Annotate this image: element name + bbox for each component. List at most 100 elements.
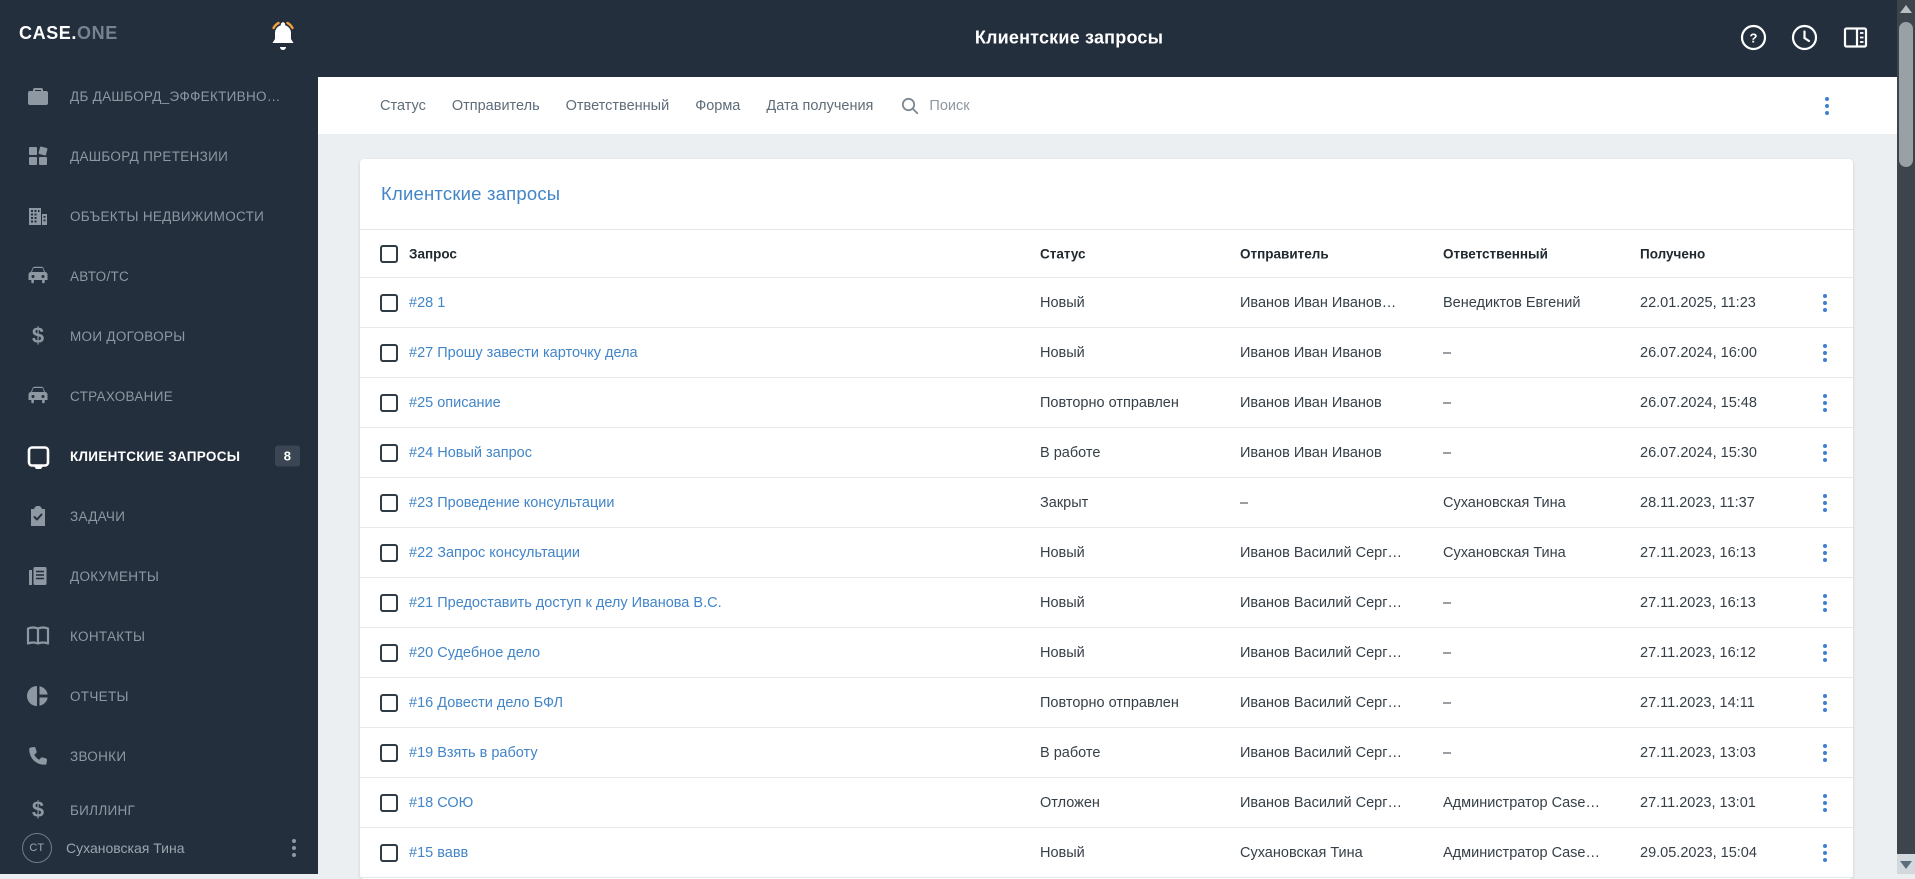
received-cell: 27.11.2023, 16:12 bbox=[1640, 644, 1756, 661]
row-checkbox[interactable] bbox=[380, 343, 398, 362]
search-input[interactable] bbox=[929, 97, 1060, 114]
filter-received-date[interactable]: Дата получения bbox=[766, 98, 873, 114]
table-row: #18 СОЮ Отложен Иванов Василий Серг… Адм… bbox=[360, 778, 1853, 828]
request-link[interactable]: #23 Проведение консультации bbox=[409, 495, 614, 511]
search-box[interactable] bbox=[901, 97, 1060, 115]
row-actions-menu-icon[interactable] bbox=[1819, 290, 1831, 316]
layout-panel-icon[interactable] bbox=[1842, 24, 1869, 51]
sidebar-nav: ДБ ДАШБОРД_ЭФФЕКТИВНО… ДАШБОРД ПРЕТЕНЗИИ… bbox=[0, 66, 318, 822]
row-actions-menu-icon[interactable] bbox=[1819, 440, 1831, 466]
request-link[interactable]: #15 вавв bbox=[409, 845, 468, 861]
sidebar-item-contacts[interactable]: КОНТАКТЫ bbox=[0, 606, 318, 666]
row-actions-menu-icon[interactable] bbox=[1819, 690, 1831, 716]
column-header-sender[interactable]: Отправитель bbox=[1240, 246, 1329, 261]
request-link[interactable]: #27 Прошу завести карточку дела bbox=[409, 345, 638, 361]
filter-form[interactable]: Форма bbox=[695, 98, 740, 114]
responsible-cell: – bbox=[1443, 344, 1452, 361]
sidebar-item-documents[interactable]: ДОКУМЕНТЫ bbox=[0, 546, 318, 606]
scroll-down-arrow-icon[interactable] bbox=[1897, 854, 1915, 874]
sidebar-item-tasks[interactable]: ЗАДАЧИ bbox=[0, 486, 318, 546]
select-all-checkbox[interactable] bbox=[380, 244, 398, 263]
received-cell: 28.11.2023, 11:37 bbox=[1640, 494, 1755, 511]
row-actions-menu-icon[interactable] bbox=[1819, 340, 1831, 366]
filter-status[interactable]: Статус bbox=[380, 98, 426, 114]
sidebar-item-label: БИЛЛИНГ bbox=[70, 802, 136, 818]
user-footer: СТ Сухановская Тина bbox=[0, 822, 318, 874]
request-link[interactable]: #18 СОЮ bbox=[409, 795, 473, 811]
row-checkbox[interactable] bbox=[380, 843, 398, 862]
sidebar-item-real-estate[interactable]: ОБЪЕКТЫ НЕДВИЖИМОСТИ bbox=[0, 186, 318, 246]
row-checkbox[interactable] bbox=[380, 743, 398, 762]
user-avatar[interactable]: СТ bbox=[22, 833, 52, 863]
car-icon bbox=[25, 383, 51, 409]
filter-bar-menu-icon[interactable] bbox=[1821, 93, 1833, 119]
app-logo[interactable]: CASE.ONE bbox=[19, 23, 118, 44]
received-cell: 22.01.2025, 11:23 bbox=[1640, 294, 1756, 311]
row-checkbox[interactable] bbox=[380, 593, 398, 612]
sidebar-item-calls[interactable]: ЗВОНКИ bbox=[0, 726, 318, 786]
column-header-status[interactable]: Статус bbox=[1040, 246, 1086, 261]
scrollbar-thumb[interactable] bbox=[1899, 22, 1913, 167]
request-link[interactable]: #21 Предоставить доступ к делу Иванова В… bbox=[409, 595, 722, 611]
sidebar-item-client-requests[interactable]: КЛИЕНТСКИЕ ЗАПРОСЫ 8 bbox=[0, 426, 318, 486]
status-cell: Повторно отправлен bbox=[1040, 694, 1179, 711]
sender-cell: Иванов Василий Серг… bbox=[1240, 794, 1402, 811]
row-checkbox[interactable] bbox=[380, 543, 398, 562]
row-checkbox[interactable] bbox=[380, 693, 398, 712]
sender-cell: Иванов Василий Серг… bbox=[1240, 594, 1402, 611]
row-actions-menu-icon[interactable] bbox=[1819, 840, 1831, 866]
request-link[interactable]: #19 Взять в работу bbox=[409, 745, 538, 761]
row-checkbox[interactable] bbox=[380, 393, 398, 412]
table-row: #27 Прошу завести карточку дела Новый Ив… bbox=[360, 328, 1853, 378]
request-link[interactable]: #16 Довести дело БФЛ bbox=[409, 695, 563, 711]
filter-sender[interactable]: Отправитель bbox=[452, 98, 540, 114]
row-actions-menu-icon[interactable] bbox=[1819, 740, 1831, 766]
row-actions-menu-icon[interactable] bbox=[1819, 390, 1831, 416]
vertical-scrollbar[interactable] bbox=[1897, 0, 1915, 874]
table-row: #20 Судебное дело Новый Иванов Василий С… bbox=[360, 628, 1853, 678]
sidebar-item-insurance[interactable]: СТРАХОВАНИЕ bbox=[0, 366, 318, 426]
row-checkbox[interactable] bbox=[380, 643, 398, 662]
request-link[interactable]: #28 1 bbox=[409, 295, 445, 311]
request-link[interactable]: #20 Судебное дело bbox=[409, 645, 540, 661]
sidebar-item-label: МОИ ДОГОВОРЫ bbox=[70, 328, 186, 344]
column-header-received[interactable]: Получено bbox=[1640, 246, 1705, 261]
status-cell: Новый bbox=[1040, 294, 1085, 311]
sender-cell: Иванов Иван Иванов bbox=[1240, 394, 1382, 411]
received-cell: 27.11.2023, 13:03 bbox=[1640, 744, 1756, 761]
sidebar-item-my-contracts[interactable]: $ МОИ ДОГОВОРЫ bbox=[0, 306, 318, 366]
row-actions-menu-icon[interactable] bbox=[1819, 540, 1831, 566]
sidebar-item-reports[interactable]: ОТЧЕТЫ bbox=[0, 666, 318, 726]
history-clock-icon[interactable] bbox=[1791, 24, 1818, 51]
bell-icon[interactable] bbox=[268, 20, 298, 54]
request-link[interactable]: #25 описание bbox=[409, 395, 501, 411]
card-title: Клиентские запросы bbox=[381, 183, 561, 204]
filter-responsible[interactable]: Ответственный bbox=[566, 98, 670, 114]
help-icon[interactable]: ? bbox=[1740, 24, 1767, 51]
row-checkbox[interactable] bbox=[380, 443, 398, 462]
user-menu-icon[interactable] bbox=[288, 835, 300, 861]
sidebar-item-dashboard-effectiveness[interactable]: ДБ ДАШБОРД_ЭФФЕКТИВНО… bbox=[0, 66, 318, 126]
responsible-cell: – bbox=[1443, 444, 1452, 461]
row-checkbox[interactable] bbox=[380, 793, 398, 812]
client-requests-count-badge: 8 bbox=[274, 445, 300, 467]
row-checkbox[interactable] bbox=[380, 293, 398, 312]
sidebar-item-billing[interactable]: $ БИЛЛИНГ bbox=[0, 786, 318, 822]
dollar-icon: $ bbox=[31, 323, 45, 348]
column-header-responsible[interactable]: Ответственный bbox=[1443, 246, 1548, 261]
row-actions-menu-icon[interactable] bbox=[1819, 790, 1831, 816]
request-link[interactable]: #24 Новый запрос bbox=[409, 445, 532, 461]
sidebar-item-dashboard-claims[interactable]: ДАШБОРД ПРЕТЕНЗИИ bbox=[0, 126, 318, 186]
dollar-icon: $ bbox=[31, 797, 45, 822]
dashboard-icon bbox=[25, 143, 51, 169]
row-checkbox[interactable] bbox=[380, 493, 398, 512]
request-link[interactable]: #22 Запрос консультации bbox=[409, 545, 580, 561]
row-actions-menu-icon[interactable] bbox=[1819, 640, 1831, 666]
row-actions-menu-icon[interactable] bbox=[1819, 590, 1831, 616]
row-actions-menu-icon[interactable] bbox=[1819, 490, 1831, 516]
column-header-query[interactable]: Запрос bbox=[409, 246, 457, 261]
table-row: #16 Довести дело БФЛ Повторно отправлен … bbox=[360, 678, 1853, 728]
sidebar-item-auto[interactable]: АВТО/ТС bbox=[0, 246, 318, 306]
scroll-up-arrow-icon[interactable] bbox=[1900, 5, 1912, 13]
sidebar-item-label: ОТЧЕТЫ bbox=[70, 688, 129, 704]
